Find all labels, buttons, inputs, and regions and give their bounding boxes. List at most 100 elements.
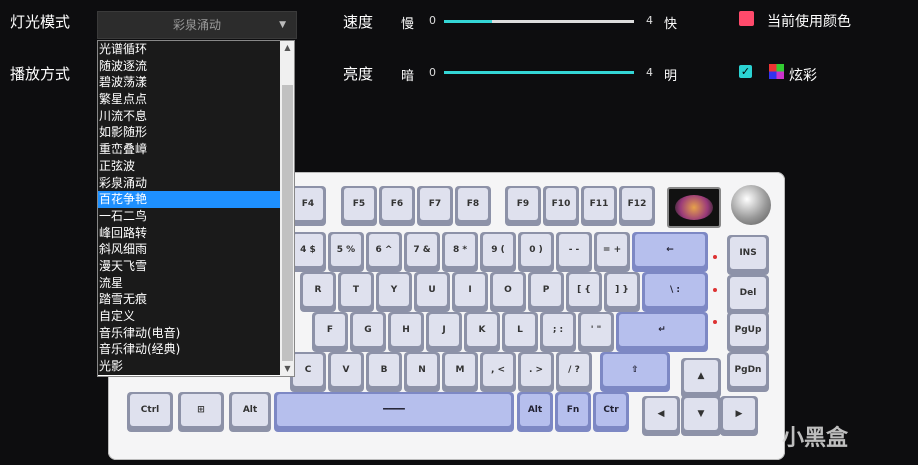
brightness-dark-label: 暗 bbox=[401, 69, 415, 84]
key-n6: 6 ^ bbox=[366, 232, 402, 272]
list-item[interactable]: 斜风细雨 bbox=[98, 241, 280, 258]
key-b: B bbox=[366, 352, 402, 392]
key-label: ◀ bbox=[645, 398, 677, 430]
key-label: Y bbox=[379, 274, 409, 306]
key-label: 7 & bbox=[407, 234, 437, 266]
brightness-min: 0 bbox=[429, 66, 436, 79]
key-f8: F8 bbox=[455, 186, 491, 226]
key-f: F bbox=[312, 312, 348, 352]
colorful-checkbox[interactable]: ✓ bbox=[739, 65, 752, 78]
brightness-slider[interactable] bbox=[444, 71, 634, 74]
key-label: [ { bbox=[569, 274, 599, 306]
key-label: F bbox=[315, 314, 345, 346]
key-label: B bbox=[369, 354, 399, 386]
list-item[interactable]: 一石二鸟 bbox=[98, 207, 280, 225]
list-item[interactable]: 音乐律动(电音) bbox=[98, 324, 280, 342]
key-label: C bbox=[293, 354, 323, 386]
key-label: ] } bbox=[607, 274, 637, 306]
list-scrollbar[interactable]: ▲ ▼ bbox=[280, 41, 294, 376]
speed-fill bbox=[444, 20, 492, 23]
key-o: O bbox=[490, 272, 526, 312]
brightness-light-label: 明 bbox=[664, 69, 678, 84]
rgb-icon bbox=[769, 64, 784, 79]
key-shift: ⇧ bbox=[600, 352, 670, 392]
key-label: M bbox=[445, 354, 475, 386]
key-label: Del bbox=[730, 277, 766, 309]
indicator-led bbox=[713, 320, 717, 324]
key-semi: ; : bbox=[540, 312, 576, 352]
key-n0: 0 ) bbox=[518, 232, 554, 272]
key-label: U bbox=[417, 274, 447, 306]
key-label: F12 bbox=[622, 188, 652, 220]
key-label: F8 bbox=[458, 188, 488, 220]
key-label: F4 bbox=[293, 188, 323, 220]
key-label: / ? bbox=[559, 354, 589, 386]
list-item[interactable]: 随波逐流 bbox=[98, 57, 280, 75]
key-label: Ctrl bbox=[130, 394, 170, 426]
list-item[interactable]: 流星 bbox=[98, 274, 280, 292]
key-label: F9 bbox=[508, 188, 538, 220]
volume-knob[interactable] bbox=[731, 185, 771, 225]
list-item[interactable]: 踏雪无痕 bbox=[98, 291, 280, 308]
list-item[interactable]: 彩泉涌动 bbox=[98, 174, 280, 192]
key-r: R bbox=[300, 272, 336, 312]
windows-icon: ⊞ bbox=[181, 394, 221, 426]
key-i: I bbox=[452, 272, 488, 312]
key-f5: F5 bbox=[341, 186, 377, 226]
key-lb: [ { bbox=[566, 272, 602, 312]
scroll-thumb[interactable] bbox=[282, 85, 293, 361]
key-label: N bbox=[407, 354, 437, 386]
chevron-down-icon: ▼ bbox=[279, 20, 286, 30]
list-item[interactable]: 如影随形 bbox=[98, 124, 280, 142]
key-label: 0 ) bbox=[521, 234, 551, 266]
key-label: K bbox=[467, 314, 497, 346]
key-label: T bbox=[341, 274, 371, 306]
indicator-led bbox=[713, 255, 717, 259]
speed-min: 0 bbox=[429, 14, 436, 27]
key-label: Ctr bbox=[596, 394, 626, 426]
scroll-up-icon[interactable]: ▲ bbox=[280, 41, 294, 55]
list-item[interactable]: 碧波荡漾 bbox=[98, 74, 280, 92]
key-comma: , < bbox=[480, 352, 516, 392]
list-item[interactable]: 自定义 bbox=[98, 308, 280, 325]
list-item-selected[interactable]: 百花争艳 bbox=[98, 191, 280, 208]
key-label: L bbox=[505, 314, 535, 346]
scroll-down-icon[interactable]: ▼ bbox=[280, 362, 294, 376]
key-label: O bbox=[493, 274, 523, 306]
key-t: T bbox=[338, 272, 374, 312]
key-y: Y bbox=[376, 272, 412, 312]
indicator-led bbox=[713, 288, 717, 292]
list-item[interactable]: 繁星点点 bbox=[98, 91, 280, 108]
key-fn: Fn bbox=[555, 392, 591, 432]
key-label: ; : bbox=[543, 314, 573, 346]
list-item[interactable]: 光影 bbox=[98, 358, 280, 375]
key-bksp: ← bbox=[632, 232, 708, 272]
key-label: F6 bbox=[382, 188, 412, 220]
light-mode-select[interactable]: 彩泉涌动 ▼ bbox=[97, 11, 297, 39]
light-mode-list[interactable]: 光谱循环 随波逐流 碧波荡漾 繁星点点 川流不息 如影随形 重峦叠嶂 正弦波 彩泉涌动 百花争艳一… bbox=[97, 40, 295, 377]
key-rctrl: Ctr bbox=[593, 392, 629, 432]
speed-slider[interactable] bbox=[444, 20, 634, 23]
key-label: 4 $ bbox=[293, 234, 323, 266]
list-item[interactable]: 川流不息 bbox=[98, 107, 280, 125]
list-item[interactable]: 音乐律动(经典) bbox=[98, 341, 280, 359]
current-color-swatch[interactable] bbox=[739, 11, 754, 26]
list-item[interactable]: 峰回路转 bbox=[98, 224, 280, 242]
key-alt: Alt bbox=[229, 392, 271, 432]
key-label: , < bbox=[483, 354, 513, 386]
key-left: ◀ bbox=[642, 396, 680, 436]
key-n4: 4 $ bbox=[290, 232, 326, 272]
list-item[interactable]: 漫天飞雪 bbox=[98, 257, 280, 275]
list-item[interactable]: 正弦波 bbox=[98, 157, 280, 175]
speed-slow-label: 慢 bbox=[401, 17, 415, 32]
key-label: ← bbox=[635, 234, 705, 266]
key-label: . > bbox=[521, 354, 551, 386]
key-l: L bbox=[502, 312, 538, 352]
key-pgdn: PgDn bbox=[727, 352, 769, 392]
list-item[interactable]: 重峦叠嶂 bbox=[98, 141, 280, 158]
key-j: J bbox=[426, 312, 462, 352]
list-item[interactable]: 光谱循环 bbox=[98, 41, 280, 58]
key-u: U bbox=[414, 272, 450, 312]
brightness-fill bbox=[444, 71, 634, 74]
light-mode-value: 彩泉涌动 bbox=[172, 18, 221, 32]
